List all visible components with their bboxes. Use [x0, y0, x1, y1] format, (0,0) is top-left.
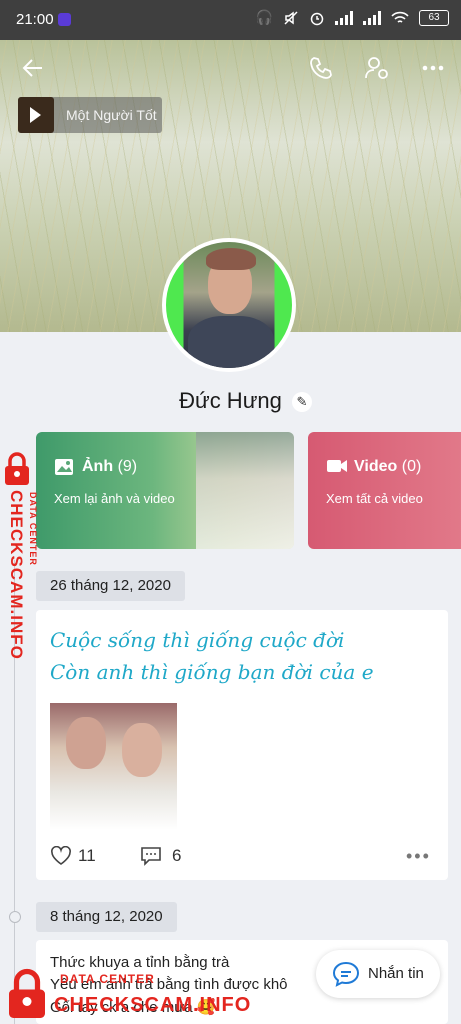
like-count: 11: [78, 846, 96, 865]
phone-icon[interactable]: [308, 55, 334, 81]
message-button[interactable]: Nhắn tin: [316, 950, 440, 998]
watermark-sub: DATA CENTER: [60, 972, 155, 986]
mute-icon: [284, 10, 298, 25]
photos-card-subtitle: Xem lại ảnh và video: [54, 491, 175, 506]
videos-card-title: Video (0): [354, 458, 421, 476]
app-notification-icon: [58, 13, 71, 26]
video-camera-icon: [327, 460, 347, 472]
music-title: Một Người Tốt: [66, 107, 157, 123]
photos-label: Ảnh: [82, 458, 114, 475]
post-date: 8 tháng 12, 2020: [36, 902, 177, 932]
photos-card-thumbnail: [196, 432, 294, 549]
photos-card-title: Ảnh (9): [82, 458, 137, 476]
profile-music[interactable]: Một Người Tốt: [18, 97, 162, 133]
back-arrow-icon[interactable]: [20, 55, 46, 81]
wifi-icon: [391, 11, 409, 23]
headphones-icon: 🎧: [255, 9, 273, 25]
lock-icon: [5, 452, 29, 485]
post-photo[interactable]: [50, 703, 177, 830]
comment-icon[interactable]: [140, 846, 162, 866]
photos-count: (9): [117, 458, 138, 475]
videos-label: Video: [354, 458, 398, 475]
videos-count: (0): [401, 458, 422, 475]
profile-name: Đức Hưng: [179, 388, 282, 413]
videos-card[interactable]: Video (0) Xem tất cả video: [308, 432, 461, 549]
avatar-hair: [206, 248, 256, 270]
image-icon: [55, 459, 73, 475]
user-settings-icon[interactable]: [364, 55, 390, 81]
photo-person: [122, 723, 162, 777]
watermark-brand: CHECKSCAM.INFO: [54, 994, 252, 1016]
post-text-line: Còn anh thì giống bạn đời của e: [50, 660, 374, 684]
lock-icon: [9, 968, 45, 1018]
signal-icon: [363, 10, 381, 25]
alarm-icon: [310, 12, 324, 25]
status-bar: 21:00 🎧 63: [0, 0, 461, 40]
status-time: 21:00: [16, 11, 54, 28]
signal-icon: [335, 10, 353, 25]
battery-icon: 63: [419, 9, 449, 26]
play-icon[interactable]: [30, 107, 41, 123]
status-icons: 🎧 63: [256, 9, 449, 26]
watermark-sub: DATA CENTER: [28, 492, 38, 566]
post-card[interactable]: Cuộc sống thì giống cuộc đời Còn anh thì…: [36, 610, 448, 880]
chat-bubble-icon: [332, 961, 360, 987]
photos-card[interactable]: Ảnh (9) Xem lại ảnh và video: [36, 432, 294, 549]
post-date: 26 tháng 12, 2020: [36, 571, 185, 601]
videos-card-subtitle: Xem tất cả video: [326, 491, 423, 506]
avatar[interactable]: [162, 238, 296, 372]
post-text-line: Cuộc sống thì giống cuộc đời: [50, 628, 345, 652]
more-icon[interactable]: [420, 55, 446, 81]
message-button-label: Nhắn tin: [368, 965, 424, 982]
heart-icon[interactable]: [50, 846, 72, 866]
post-more-icon[interactable]: •••: [406, 846, 431, 867]
photo-person: [66, 717, 106, 769]
avatar-shirt: [188, 316, 274, 368]
watermark-brand: CHECKSCAM.INFO: [7, 490, 26, 660]
comment-count: 6: [172, 846, 182, 865]
edit-name-icon[interactable]: ✎: [292, 392, 312, 412]
post-text-line: Thức khuya a tỉnh bằng trà: [50, 954, 230, 971]
timeline-dot: [9, 911, 21, 923]
